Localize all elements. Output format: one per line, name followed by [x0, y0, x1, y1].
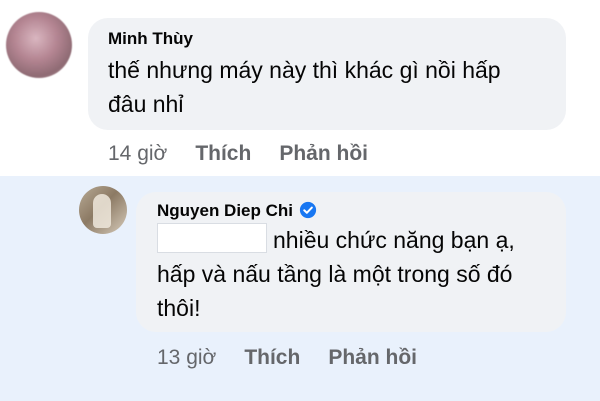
comment-meta: 13 giờ Thích Phản hồi	[157, 346, 417, 370]
comment-timestamp[interactable]: 13 giờ	[157, 346, 216, 369]
comment-text: nhiều chức năng bạn ạ, hấp và nấu tầng l…	[157, 223, 557, 325]
reply-button[interactable]: Phản hồi	[279, 142, 368, 165]
comment-author[interactable]: Minh Thùy	[108, 29, 193, 49]
like-button[interactable]: Thích	[244, 346, 300, 369]
reply-button[interactable]: Phản hồi	[328, 346, 417, 369]
avatar[interactable]	[6, 12, 72, 78]
comment-timestamp[interactable]: 14 giờ	[108, 142, 167, 165]
comment-text: thế nhưng máy này thì khác gì nồi hấp đâ…	[108, 53, 548, 121]
avatar[interactable]	[79, 186, 127, 234]
comment-author[interactable]: Nguyen Diep Chi	[157, 201, 293, 220]
comment-line: đâu nhỉ	[108, 91, 184, 117]
comment-meta: 14 giờ Thích Phản hồi	[108, 142, 368, 166]
redacted-mention	[157, 223, 267, 253]
comment-author-row: Nguyen Diep Chi	[157, 201, 317, 221]
comment-line-text: nhiều chức năng bạn ạ,	[273, 227, 515, 253]
comment-line: nhiều chức năng bạn ạ,	[157, 223, 557, 257]
comment-line: thế nhưng máy này thì khác gì nồi hấp	[108, 57, 501, 83]
verified-badge-icon	[299, 201, 317, 219]
comment-line: thôi!	[157, 295, 201, 321]
comment-line: hấp và nấu tầng là một trong số đó	[157, 261, 513, 287]
like-button[interactable]: Thích	[195, 142, 251, 165]
